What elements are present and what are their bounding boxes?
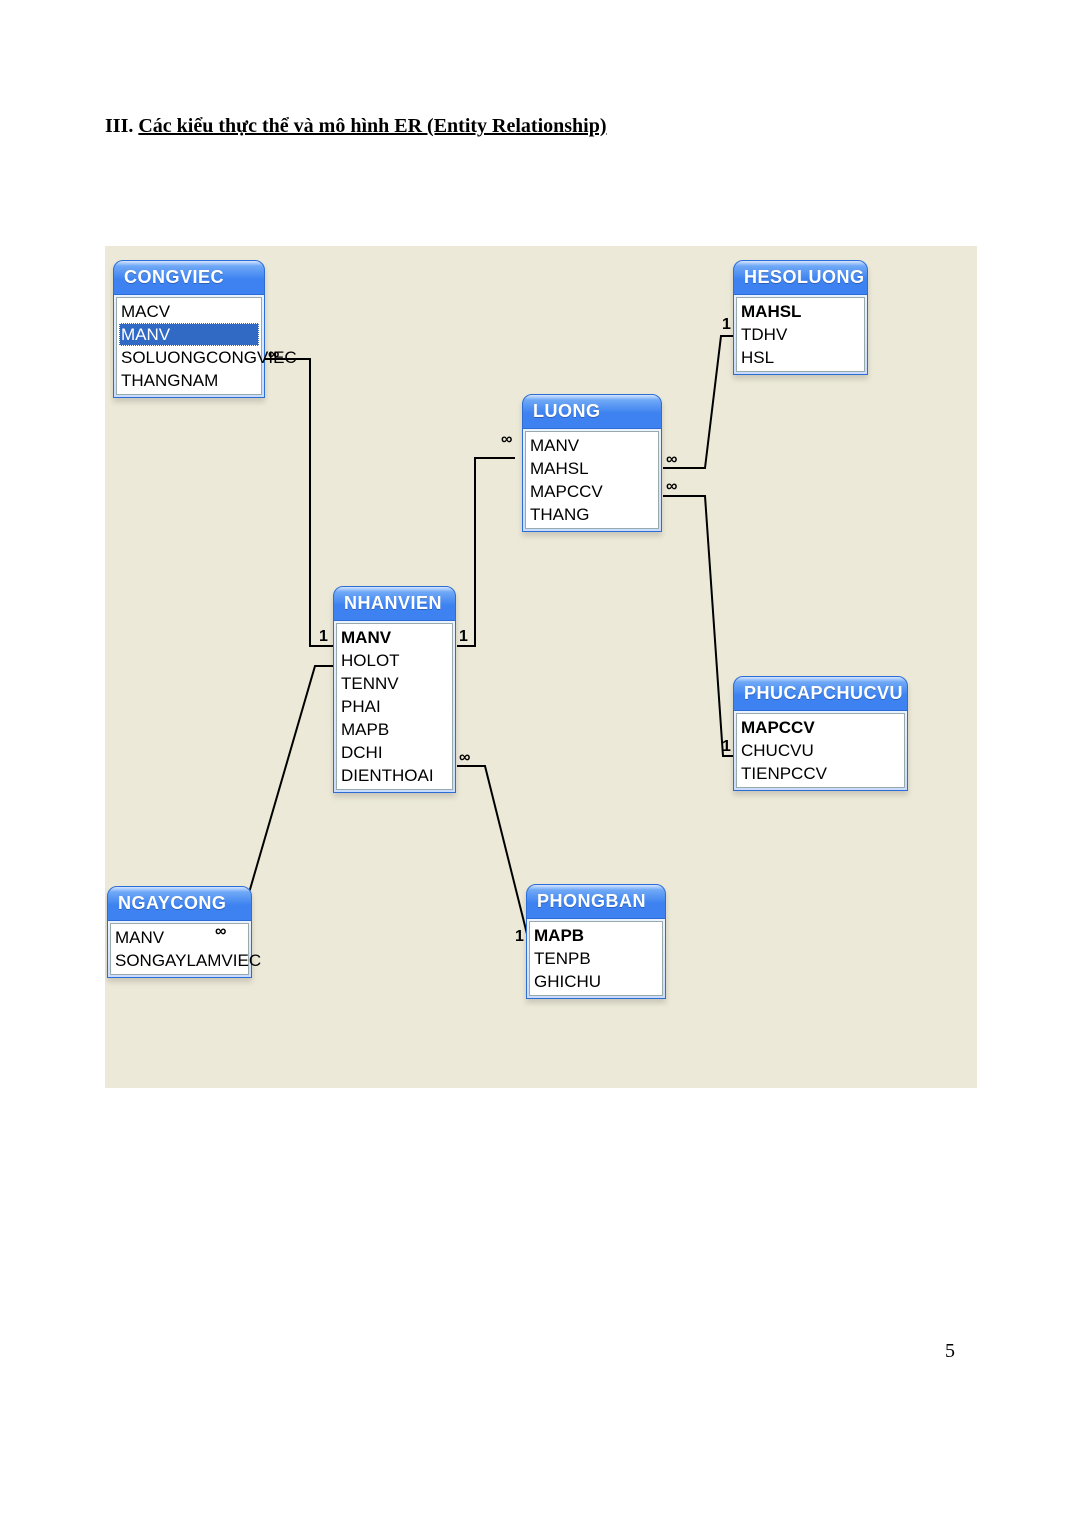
field[interactable]: PHAI xyxy=(341,695,448,718)
entity-ngaycong[interactable]: NGAYCONG MANVSONGAYLAMVIEC xyxy=(107,886,252,978)
field[interactable]: TIENPCCV xyxy=(741,762,900,785)
field[interactable]: TENPB xyxy=(534,947,658,970)
entity-title: HESOLUONG xyxy=(733,260,868,295)
card-one: 1 xyxy=(459,628,468,646)
field[interactable]: MANV xyxy=(341,626,448,649)
card-infinity: ∞ xyxy=(268,346,279,364)
field[interactable]: MANV xyxy=(119,323,259,346)
entity-title: LUONG xyxy=(522,394,662,429)
entity-phucapchucvu[interactable]: PHUCAPCHUCVU MAPCCVCHUCVUTIENPCCV xyxy=(733,676,908,791)
field[interactable]: MAPB xyxy=(341,718,448,741)
field[interactable]: HOLOT xyxy=(341,649,448,672)
field[interactable]: DCHI xyxy=(341,741,448,764)
field-list: MANVHOLOTTENNVPHAIMAPBDCHIDIENTHOAI xyxy=(336,623,453,790)
entity-nhanvien[interactable]: NHANVIEN MANVHOLOTTENNVPHAIMAPBDCHIDIENT… xyxy=(333,586,456,793)
card-infinity: ∞ xyxy=(666,451,677,469)
er-diagram: CONGVIEC MACVMANVSOLUONGCONGVIECTHANGNAM… xyxy=(105,246,977,1088)
field[interactable]: TDHV xyxy=(741,323,860,346)
card-infinity: ∞ xyxy=(215,923,226,941)
field-list: MAPCCVCHUCVUTIENPCCV xyxy=(736,713,905,788)
entity-title: PHUCAPCHUCVU xyxy=(733,676,908,711)
field[interactable]: TENNV xyxy=(341,672,448,695)
card-one: 1 xyxy=(515,928,524,946)
entity-phongban[interactable]: PHONGBAN MAPBTENPBGHICHU xyxy=(526,884,666,999)
field[interactable]: THANGNAM xyxy=(121,369,257,392)
field[interactable]: CHUCVU xyxy=(741,739,900,762)
card-infinity: ∞ xyxy=(501,431,512,449)
field[interactable]: MAHSL xyxy=(741,300,860,323)
entity-title: NGAYCONG xyxy=(107,886,252,921)
entity-hesoluong[interactable]: HESOLUONG MAHSLTDHVHSL xyxy=(733,260,868,375)
entity-title: NHANVIEN xyxy=(333,586,456,621)
field[interactable]: MAPB xyxy=(534,924,658,947)
field[interactable]: THANG xyxy=(530,503,654,526)
field[interactable]: MAHSL xyxy=(530,457,654,480)
card-one: 1 xyxy=(722,738,731,756)
field[interactable]: SOLUONGCONGVIEC xyxy=(121,346,257,369)
field[interactable]: MAPCCV xyxy=(530,480,654,503)
heading-roman: III. xyxy=(105,115,138,137)
field-list: MANVMAHSLMAPCCVTHANG xyxy=(525,431,659,529)
entity-title: CONGVIEC xyxy=(113,260,265,295)
entity-luong[interactable]: LUONG MANVMAHSLMAPCCVTHANG xyxy=(522,394,662,532)
field[interactable]: SONGAYLAMVIEC xyxy=(115,949,244,972)
card-infinity: ∞ xyxy=(666,478,677,496)
field-list: MACVMANVSOLUONGCONGVIECTHANGNAM xyxy=(116,297,262,395)
section-heading: III. Các kiểu thực thể và mô hình ER (En… xyxy=(105,115,607,138)
card-one: 1 xyxy=(722,316,731,334)
field-list: MANVSONGAYLAMVIEC xyxy=(110,923,249,975)
field[interactable]: DIENTHOAI xyxy=(341,764,448,787)
field[interactable]: MACV xyxy=(121,300,257,323)
entity-title: PHONGBAN xyxy=(526,884,666,919)
heading-text: Các kiểu thực thể và mô hình ER (Entity … xyxy=(138,115,606,137)
field[interactable]: MANV xyxy=(530,434,654,457)
card-one: 1 xyxy=(319,628,328,646)
field-list: MAPBTENPBGHICHU xyxy=(529,921,663,996)
field[interactable]: MAPCCV xyxy=(741,716,900,739)
page-number: 5 xyxy=(945,1340,955,1363)
field-list: MAHSLTDHVHSL xyxy=(736,297,865,372)
entity-congviec[interactable]: CONGVIEC MACVMANVSOLUONGCONGVIECTHANGNAM xyxy=(113,260,265,398)
card-infinity: ∞ xyxy=(459,749,470,767)
field[interactable]: GHICHU xyxy=(534,970,658,993)
field[interactable]: HSL xyxy=(741,346,860,369)
